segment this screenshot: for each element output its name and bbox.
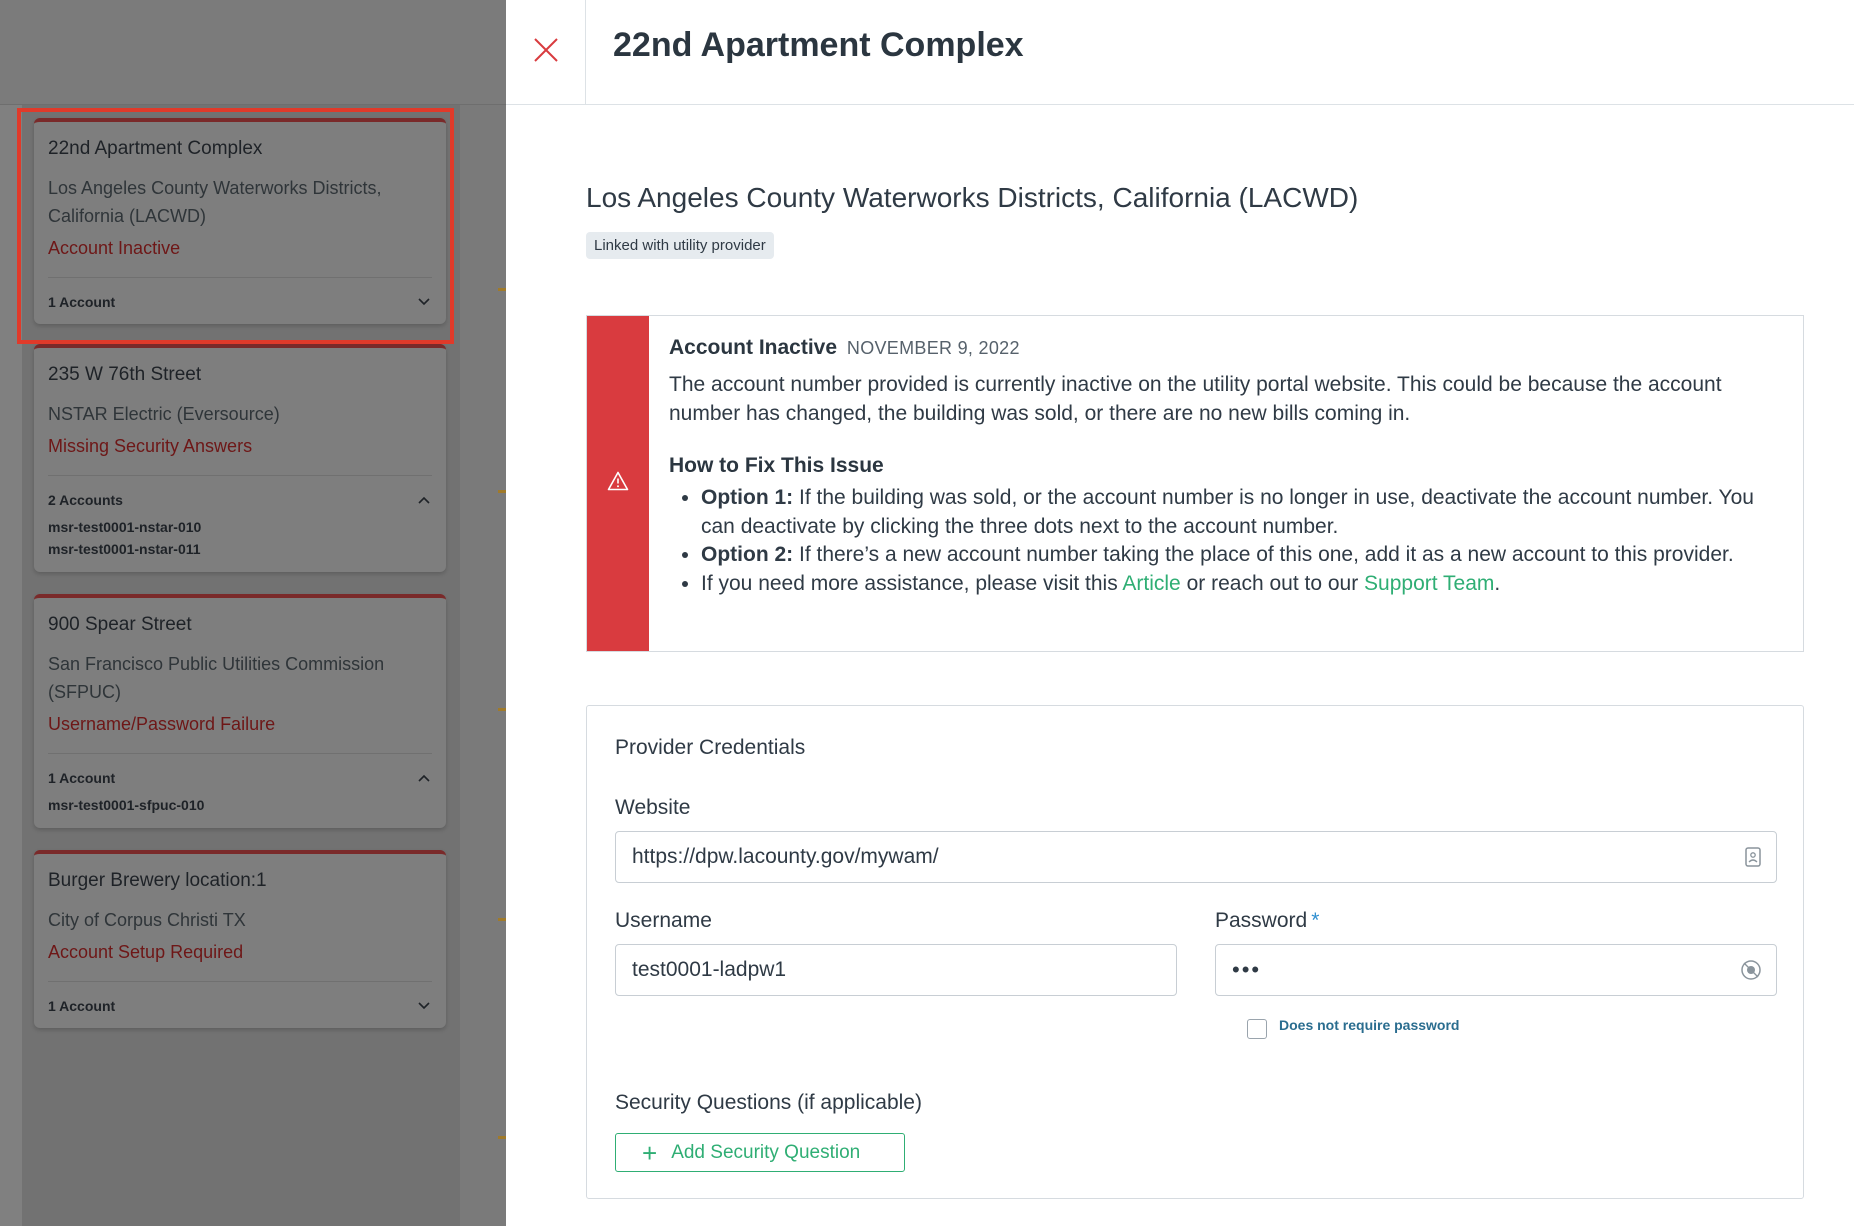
assist-suffix: . (1494, 571, 1501, 595)
background-tick (498, 708, 506, 711)
linked-badge: Linked with utility provider (586, 232, 774, 259)
alert-stripe (587, 316, 649, 651)
card-accounts-count: 2 Accounts (48, 492, 123, 508)
security-questions-label: Security Questions (if applicable) (615, 1091, 922, 1114)
card-title: 900 Spear Street (48, 614, 192, 635)
option-label: Option 1: (701, 486, 794, 509)
password-label: Password * (1215, 909, 1319, 933)
close-icon (533, 37, 559, 68)
option-text: If the building was sold, or the account… (701, 486, 1754, 538)
alert-date: NOVEMBER 9, 2022 (846, 338, 1020, 358)
account-inactive-alert: Account Inactive NOVEMBER 9, 2022 The ac… (586, 315, 1804, 652)
provider-card[interactable]: Burger Brewery location:1 City of Corpus… (34, 850, 446, 1028)
alert-description: The account number provided is currently… (669, 373, 1722, 425)
website-label: Website (615, 796, 691, 819)
card-accounts-toggle[interactable]: 1 Account (48, 982, 432, 1028)
warning-icon (607, 471, 629, 496)
card-status: Username/Password Failure (48, 714, 276, 734)
card-provider: San Francisco Public Utilities Commissio… (48, 654, 385, 702)
selected-card-highlight (17, 108, 454, 344)
background-tick (498, 1136, 506, 1139)
username-value: test0001-ladpw1 (632, 958, 787, 981)
card-accounts-count: 1 Account (48, 770, 116, 786)
card-status: Missing Security Answers (48, 436, 253, 456)
card-provider: NSTAR Electric (Eversource) (48, 404, 280, 424)
background-tick (498, 490, 506, 493)
card-title: Burger Brewery location:1 (48, 870, 267, 891)
account-number[interactable]: msr-test0001-nstar-011 (48, 538, 432, 560)
contact-card-icon (1744, 846, 1762, 874)
alert-title: Account Inactive (669, 336, 838, 359)
website-input[interactable]: https://dpw.lacounty.gov/mywam/ (615, 831, 1777, 883)
chevron-down-icon (418, 999, 432, 1013)
detail-panel: 22nd Apartment Complex Los Angeles Count… (506, 0, 1854, 1226)
credentials-title: Provider Credentials (615, 736, 806, 759)
assist-prefix: If you need more assistance, please visi… (701, 571, 1123, 595)
alert-body: Account Inactive NOVEMBER 9, 2022 The ac… (649, 316, 1803, 651)
fix-option-2: Option 2: If there’s a new account numbe… (701, 541, 1783, 570)
card-title: 235 W 76th Street (48, 364, 202, 385)
chevron-up-icon (418, 493, 432, 507)
username-input[interactable]: test0001-ladpw1 (615, 944, 1177, 996)
password-reveal-icon[interactable] (1740, 959, 1762, 987)
option-label: Option 2: (701, 543, 794, 566)
background-topbar (0, 0, 506, 105)
article-link[interactable]: Article (1122, 572, 1180, 595)
add-security-question-button[interactable]: + Add Security Question (615, 1133, 905, 1172)
assist-middle: or reach out to our (1180, 571, 1365, 595)
provider-card[interactable]: 235 W 76th Street NSTAR Electric (Everso… (34, 344, 446, 572)
fix-options-list: Option 1: If the building was sold, or t… (669, 484, 1783, 598)
required-asterisk: * (1311, 909, 1320, 932)
no-password-label[interactable]: Does not require password (1279, 1017, 1459, 1033)
close-button[interactable] (506, 0, 586, 104)
fix-assistance: If you need more assistance, please visi… (701, 570, 1783, 599)
account-number[interactable]: msr-test0001-nstar-010 (48, 516, 432, 538)
background-strip (460, 105, 506, 1226)
card-provider: City of Corpus Christi TX (48, 910, 246, 930)
fix-heading: How to Fix This Issue (669, 454, 884, 477)
panel-title: 22nd Apartment Complex (613, 26, 1024, 64)
no-password-checkbox[interactable] (1247, 1019, 1267, 1039)
password-label-text: Password (1215, 909, 1308, 932)
password-value: ••• (1232, 957, 1262, 982)
alert-heading: Account Inactive NOVEMBER 9, 2022 (669, 336, 1783, 360)
username-label: Username (615, 909, 712, 932)
card-account-list: msr-test0001-sfpuc-010 (48, 794, 432, 828)
chevron-up-icon (418, 771, 432, 785)
provider-credentials-section: Provider Credentials Website https://dpw… (586, 705, 1804, 1199)
account-number[interactable]: msr-test0001-sfpuc-010 (48, 794, 432, 816)
fix-option-1: Option 1: If the building was sold, or t… (701, 484, 1783, 541)
option-text: If there’s a new account number taking t… (793, 543, 1734, 566)
plus-icon: + (642, 1137, 658, 1168)
card-account-list: msr-test0001-nstar-010 msr-test0001-nsta… (48, 516, 432, 572)
card-status: Account Setup Required (48, 942, 244, 962)
website-value: https://dpw.lacounty.gov/mywam/ (632, 845, 939, 868)
background-tick (498, 918, 506, 921)
provider-card[interactable]: 900 Spear Street San Francisco Public Ut… (34, 594, 446, 828)
background-tick (498, 288, 506, 291)
password-input[interactable]: ••• (1215, 944, 1777, 996)
provider-name: Los Angeles County Waterworks Districts,… (586, 182, 1359, 213)
support-team-link[interactable]: Support Team (1364, 572, 1494, 595)
add-security-question-label: Add Security Question (671, 1141, 861, 1163)
panel-header: 22nd Apartment Complex (506, 0, 1854, 105)
card-accounts-count: 1 Account (48, 998, 116, 1014)
